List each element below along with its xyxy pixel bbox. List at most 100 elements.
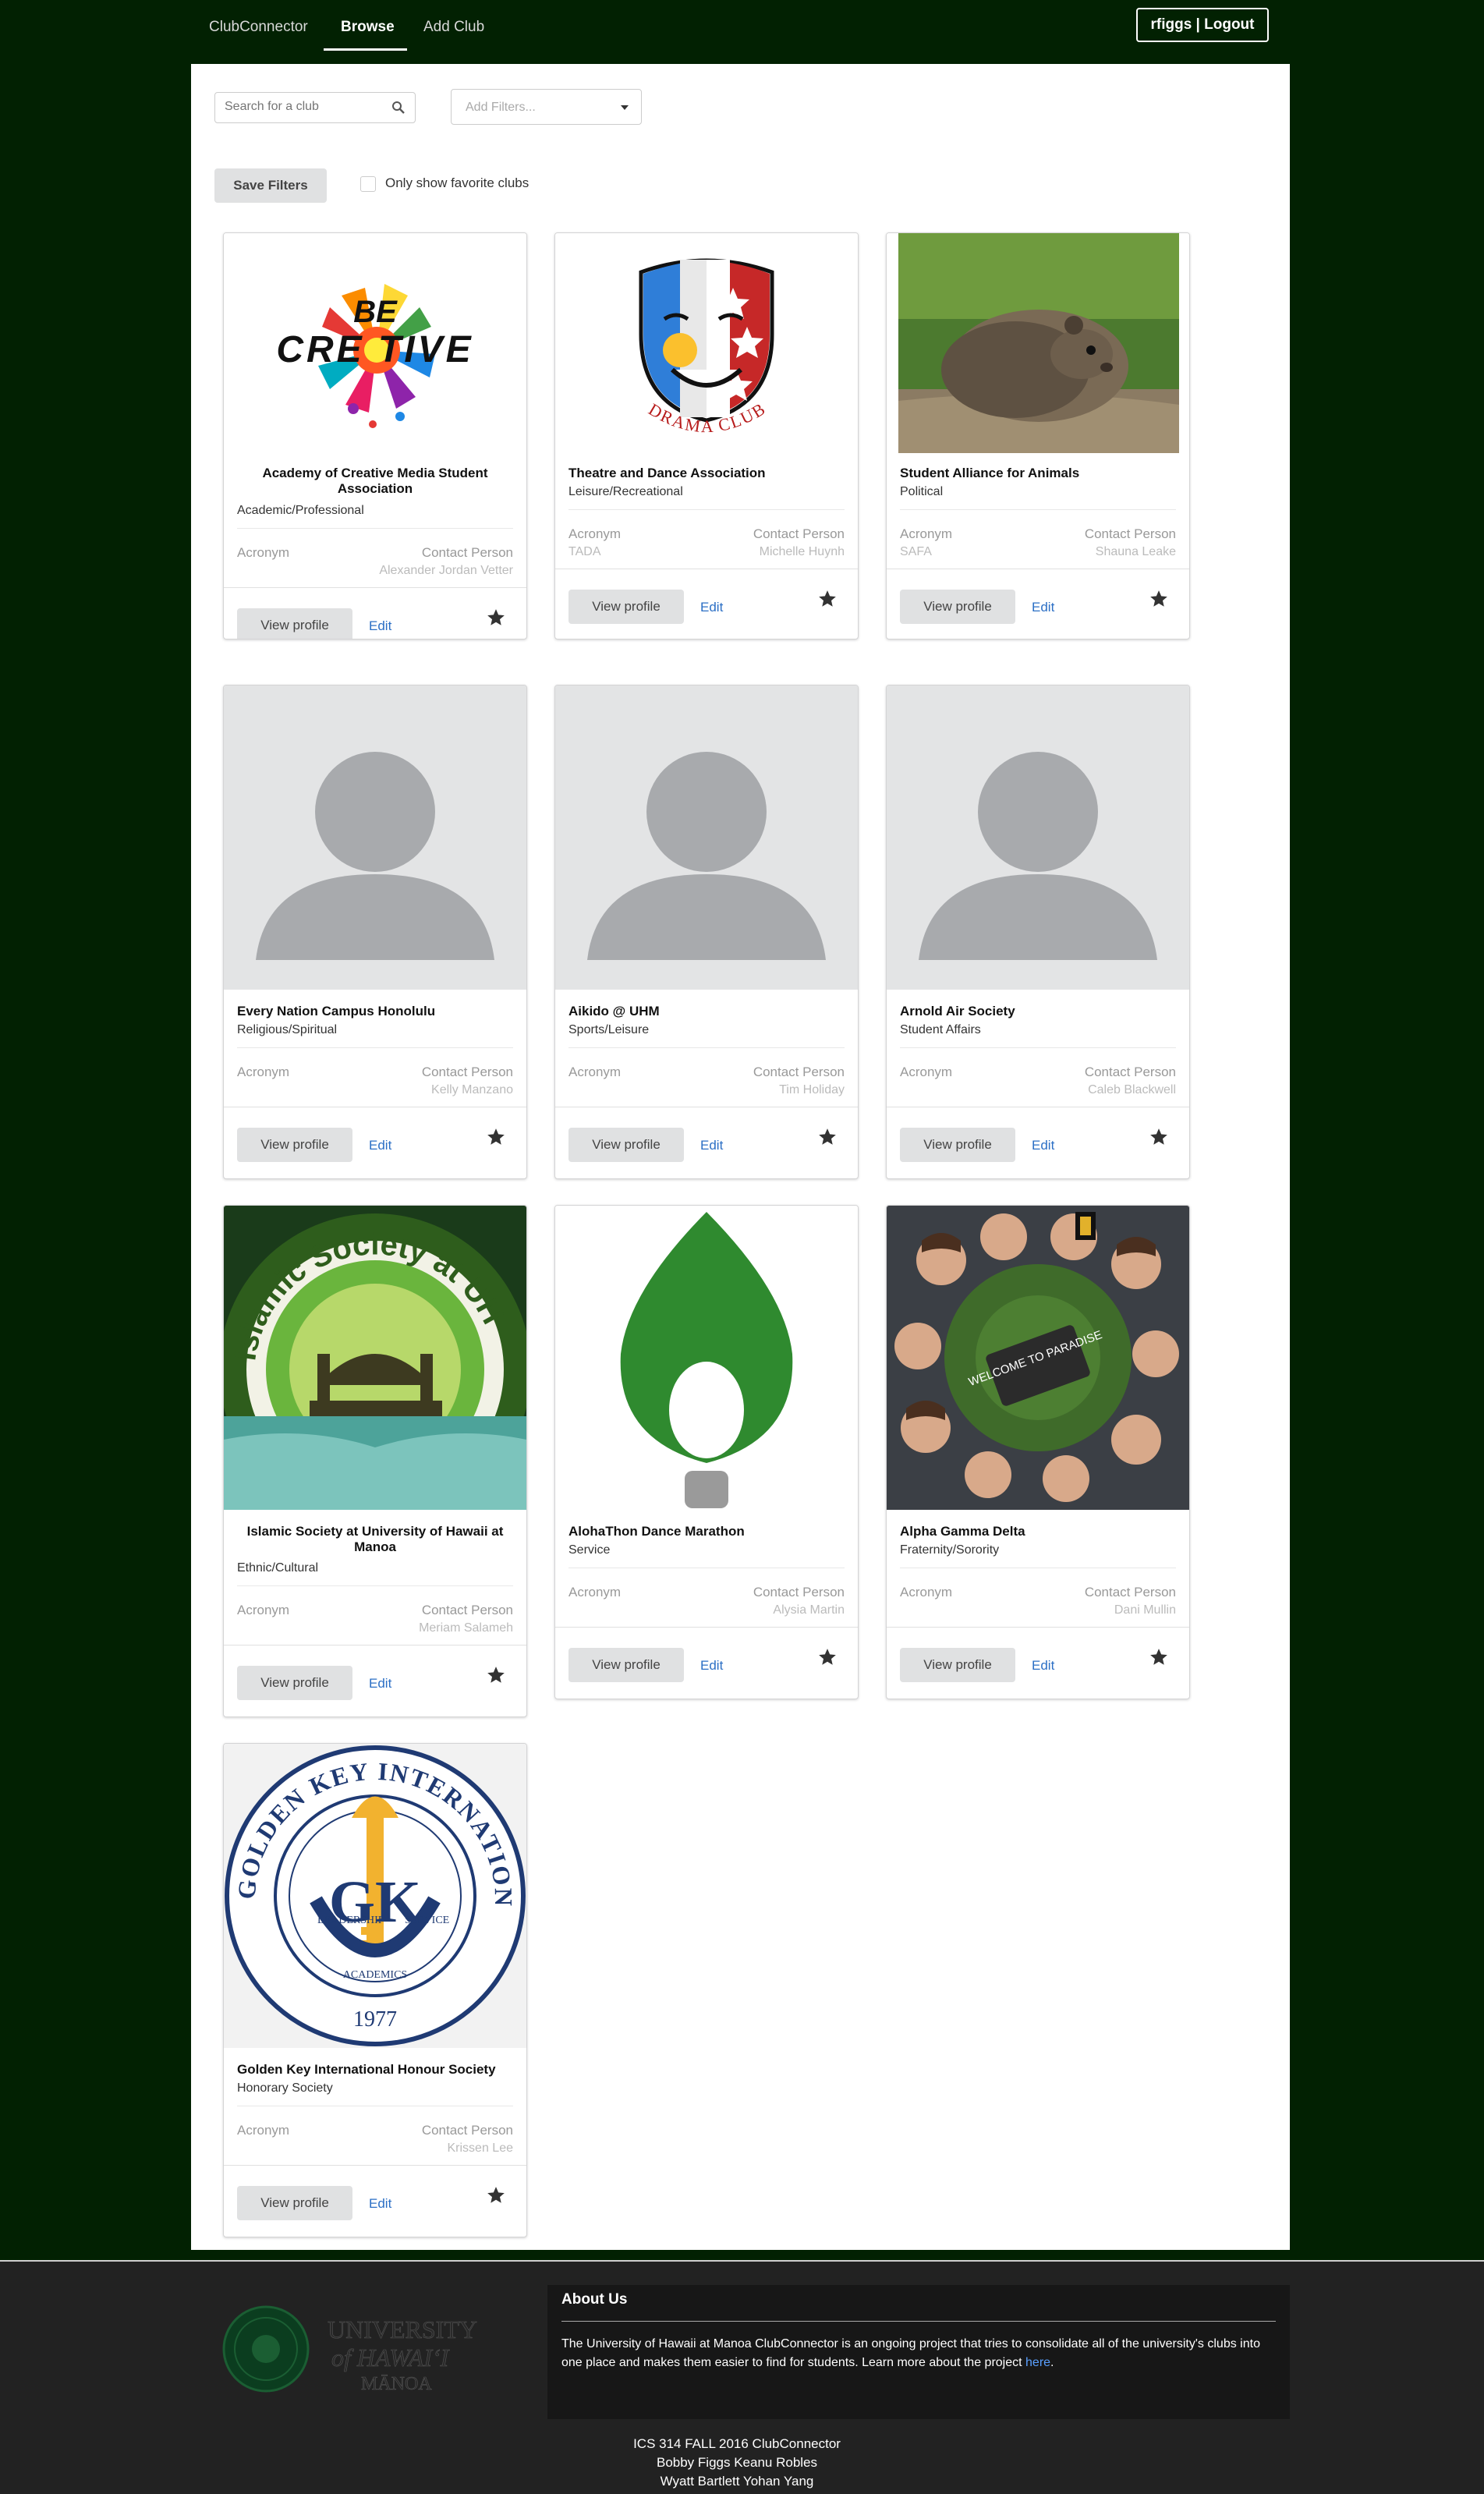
favorite-star-icon[interactable]: [1149, 1647, 1169, 1667]
contact-person-value: Caleb Blackwell: [1088, 1083, 1176, 1096]
active-tab-indicator: [324, 48, 407, 51]
contact-person-value: Michelle Huynh: [759, 545, 845, 558]
svg-text:UNIVERSITY: UNIVERSITY: [328, 2315, 477, 2343]
search-box[interactable]: [214, 92, 416, 123]
club-name: Every Nation Campus Honolulu: [237, 1004, 436, 1019]
contact-person-label: Contact Person: [1084, 1065, 1176, 1079]
search-input[interactable]: [223, 99, 382, 115]
edit-link[interactable]: Edit: [700, 600, 723, 615]
favorite-star-icon[interactable]: [486, 1665, 506, 1685]
contact-person-label: Contact Person: [753, 1065, 845, 1079]
view-profile-button[interactable]: View profile: [900, 1128, 1015, 1162]
edit-link[interactable]: Edit: [369, 2196, 391, 2212]
club-category: Political: [900, 485, 944, 498]
card-footer-divider: [224, 587, 526, 588]
edit-link[interactable]: Edit: [369, 1676, 391, 1692]
favorite-star-icon[interactable]: [817, 589, 838, 609]
view-profile-button[interactable]: View profile: [237, 1666, 352, 1700]
favorite-star-icon[interactable]: [1149, 589, 1169, 609]
golden-key-seal: GOLDEN KEY INTERNATIONAL HONOUR SOCIETY …: [224, 1744, 526, 2048]
club-card: GOLDEN KEY INTERNATIONAL HONOUR SOCIETY …: [223, 1743, 527, 2237]
placeholder-avatar: [224, 685, 526, 990]
edit-link[interactable]: Edit: [700, 1138, 723, 1153]
favorite-star-icon[interactable]: [486, 608, 506, 628]
club-category: Religious/Spiritual: [237, 1023, 338, 1036]
favorite-star-icon[interactable]: [817, 1647, 838, 1667]
view-profile-button[interactable]: View profile: [568, 590, 684, 624]
club-card: AlohaThon Dance Marathon Service Acronym…: [554, 1205, 859, 1699]
view-profile-button[interactable]: View profile: [237, 608, 352, 639]
favorite-star-icon[interactable]: [817, 1127, 838, 1147]
guinea-pig-photo: [887, 233, 1189, 453]
contact-person-value: Dani Mullin: [1114, 1603, 1176, 1617]
acronym-label: Acronym: [568, 526, 622, 541]
edit-link[interactable]: Edit: [369, 1138, 391, 1153]
user-logout-button[interactable]: rfiggs | Logout: [1136, 8, 1269, 42]
about-us-panel: About Us The University of Hawaii at Man…: [547, 2285, 1290, 2419]
nav-add-club[interactable]: Add Club: [423, 19, 484, 36]
acronym-label: Acronym: [237, 1065, 290, 1079]
drama-club-mask-logo: DRAMA CLUB: [555, 233, 858, 453]
edit-link[interactable]: Edit: [1032, 1658, 1054, 1674]
contact-person-value: Tim Holiday: [779, 1083, 845, 1096]
placeholder-avatar: [887, 685, 1189, 990]
edit-link[interactable]: Edit: [369, 618, 391, 634]
favorites-checkbox[interactable]: [360, 176, 376, 192]
view-profile-button[interactable]: View profile: [900, 590, 1015, 624]
contact-person-value: Kelly Manzano: [431, 1083, 513, 1096]
nav-brand[interactable]: ClubConnector: [209, 19, 308, 36]
edit-link[interactable]: Edit: [1032, 1138, 1054, 1153]
nav-browse[interactable]: Browse: [341, 19, 395, 36]
svg-text:CRE TIVE: CRE TIVE: [276, 329, 473, 370]
svg-text:LEADERSHIP: LEADERSHIP: [317, 1915, 384, 1926]
contact-person-label: Contact Person: [753, 1585, 845, 1599]
favorite-star-icon[interactable]: [486, 2185, 506, 2205]
favorites-checkbox-label[interactable]: Only show favorite clubs: [385, 175, 529, 191]
contact-person-label: Contact Person: [753, 526, 845, 541]
about-end: .: [1050, 2356, 1054, 2369]
club-image: [555, 1206, 858, 1510]
acronym-label: Acronym: [237, 545, 290, 560]
contact-person-value: Alysia Martin: [773, 1603, 845, 1617]
filters-placeholder: Add Filters...: [466, 101, 536, 114]
view-profile-button[interactable]: View profile: [568, 1648, 684, 1682]
club-image: Islamic Society at UH: [224, 1206, 526, 1510]
club-category: Sports/Leisure: [568, 1023, 650, 1036]
acronym-label: Acronym: [568, 1065, 622, 1079]
acronym-label: Acronym: [900, 1585, 953, 1599]
green-flame-logo: [555, 1206, 858, 1510]
view-profile-button[interactable]: View profile: [237, 2186, 352, 2220]
club-card: BE CRE TIVE Academy of Creative Media St…: [223, 232, 527, 639]
favorite-star-icon[interactable]: [1149, 1127, 1169, 1147]
svg-text:ACADEMICS: ACADEMICS: [343, 1969, 407, 1981]
caret-down-icon: [621, 105, 629, 110]
view-profile-button[interactable]: View profile: [568, 1128, 684, 1162]
divider: [237, 1585, 513, 1586]
favorite-star-icon[interactable]: [486, 1127, 506, 1147]
edit-link[interactable]: Edit: [700, 1658, 723, 1674]
club-image: [887, 685, 1189, 990]
club-name: Theatre and Dance Association: [568, 466, 766, 480]
credits-line: Wyatt Bartlett Yohan Yang: [660, 2474, 814, 2489]
add-filters-dropdown[interactable]: Add Filters...: [451, 89, 642, 125]
club-card: Aikido @ UHM Sports/Leisure Acronym Cont…: [554, 685, 859, 1179]
acronym-value: TADA: [568, 545, 601, 558]
club-image: [224, 685, 526, 990]
save-filters-button[interactable]: Save Filters: [214, 168, 327, 203]
edit-link[interactable]: Edit: [1032, 600, 1054, 615]
divider: [900, 509, 1176, 510]
club-card: Arnold Air Society Student Affairs Acron…: [886, 685, 1190, 1179]
view-profile-button[interactable]: View profile: [900, 1648, 1015, 1682]
club-name: Academy of Creative Media Student Associ…: [262, 466, 488, 496]
divider: [568, 509, 845, 510]
contact-person-label: Contact Person: [421, 2123, 513, 2138]
search-icon[interactable]: [391, 101, 406, 115]
card-footer-divider: [555, 1627, 858, 1628]
card-footer-divider: [224, 2165, 526, 2166]
club-name: Alpha Gamma Delta: [900, 1524, 1025, 1539]
club-image: [887, 233, 1189, 453]
view-profile-button[interactable]: View profile: [237, 1128, 352, 1162]
card-footer-divider: [887, 1627, 1189, 1628]
club-category: Fraternity/Sorority: [900, 1543, 1000, 1557]
about-here-link[interactable]: here: [1025, 2356, 1050, 2369]
